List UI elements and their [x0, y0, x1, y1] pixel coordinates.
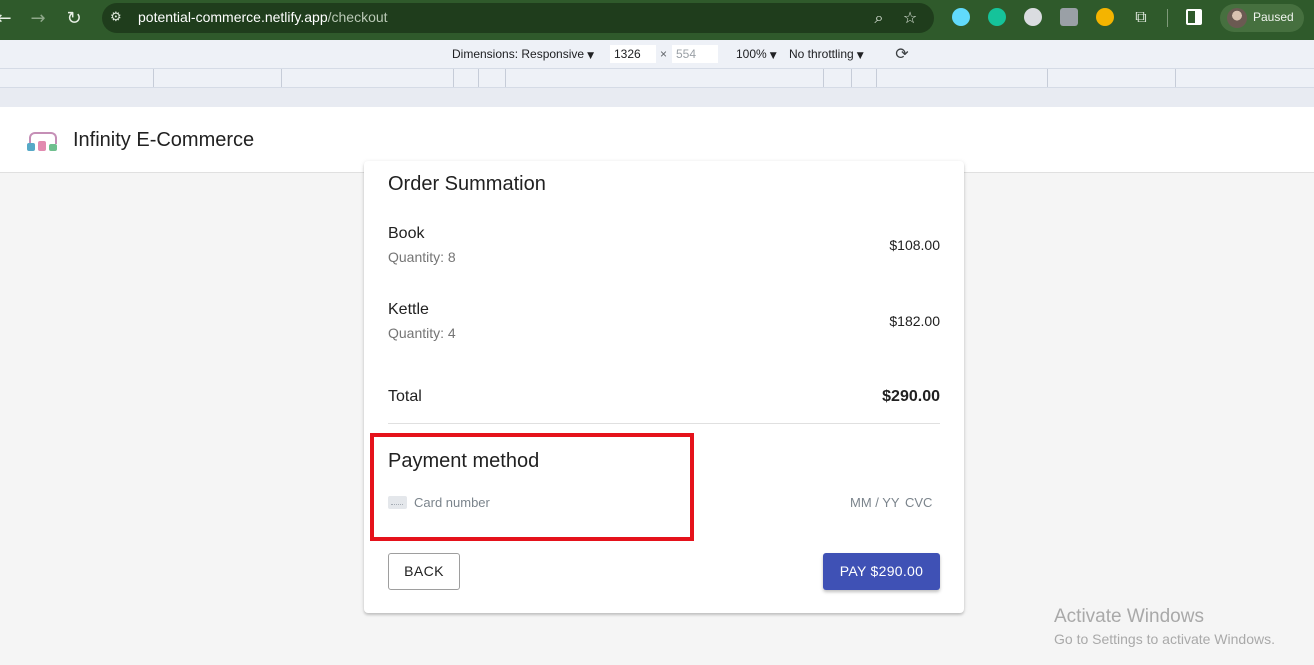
arrow-right-icon[interactable]: →: [26, 7, 50, 31]
dimensions-dropdown[interactable]: Dimensions: Responsive ▼: [452, 47, 594, 61]
arrow-left-icon[interactable]: ←: [0, 7, 16, 31]
profile-status: Paused: [1253, 10, 1294, 24]
globe-icon[interactable]: [1024, 8, 1042, 26]
chevron-down-icon: ▼: [856, 51, 864, 61]
grammarly-icon[interactable]: [988, 8, 1006, 26]
chevron-down-icon: ▼: [769, 51, 777, 61]
order-item-price: $108.00: [889, 237, 940, 253]
divider: [388, 423, 940, 424]
media-query-bar[interactable]: [0, 68, 1314, 88]
order-item-name: Book: [388, 225, 425, 242]
media-query-tick: [453, 69, 454, 87]
media-query-tick: [851, 69, 852, 87]
browser-toolbar: ← → ↻ ⚙ potential-commerce.netlify.app/c…: [0, 0, 1314, 40]
puzzle-icon[interactable]: ⧉: [1130, 6, 1152, 28]
media-query-tick: [876, 69, 877, 87]
total-label: Total: [388, 388, 422, 405]
address-bar[interactable]: ⚙ potential-commerce.netlify.app/checkou…: [102, 3, 934, 33]
avatar: [1227, 8, 1247, 28]
react-devtools-icon[interactable]: [952, 8, 970, 26]
device-toolbar: Dimensions: Responsive ▼ 1326 × 554 100% ▼…: [0, 40, 1314, 68]
windows-activation-title: Activate Windows: [1054, 606, 1204, 627]
profile-button[interactable]: Paused: [1220, 4, 1304, 32]
extension-badge-icon[interactable]: [1096, 8, 1114, 26]
pay-button[interactable]: PAY $290.00: [823, 553, 940, 590]
order-item-quantity: Quantity: 8: [388, 249, 456, 265]
media-query-tick: [478, 69, 479, 87]
reload-icon[interactable]: ↻: [62, 7, 86, 31]
windows-activation-subtitle: Go to Settings to activate Windows.: [1054, 631, 1275, 647]
annotation-highlight-box: [370, 433, 694, 541]
app-viewport: Infinity E-Commerce Order Summation Book…: [0, 107, 1314, 665]
side-panel-icon[interactable]: [1186, 9, 1202, 25]
screen-capture-icon[interactable]: [1060, 8, 1078, 26]
media-query-tick: [505, 69, 506, 87]
media-query-tick: [281, 69, 282, 87]
url-text[interactable]: potential-commerce.netlify.app/checkout: [138, 9, 388, 25]
media-query-tick: [1047, 69, 1048, 87]
rotate-icon[interactable]: ⟳: [892, 44, 912, 64]
width-input[interactable]: 1326: [610, 45, 656, 63]
store-logo-icon: [25, 128, 63, 154]
checkout-card: Order Summation Book Quantity: 8 $108.00…: [364, 161, 964, 613]
order-item-quantity: Quantity: 4: [388, 325, 456, 341]
zoom-icon[interactable]: ⌕: [868, 7, 890, 29]
media-query-tick: [153, 69, 154, 87]
height-input[interactable]: 554: [672, 45, 718, 63]
chevron-down-icon: ▼: [587, 51, 594, 61]
card-cvc-input[interactable]: CVC: [905, 495, 932, 510]
total-value: $290.00: [882, 388, 940, 405]
media-query-tick: [823, 69, 824, 87]
brand-title: Infinity E-Commerce: [73, 129, 255, 151]
tune-icon[interactable]: ⚙: [110, 7, 128, 29]
order-item-name: Kettle: [388, 301, 429, 318]
zoom-dropdown[interactable]: 100% ▼: [736, 47, 777, 61]
back-button[interactable]: BACK: [388, 553, 460, 590]
throttling-dropdown[interactable]: No throttling ▼: [789, 47, 864, 61]
card-expiry-input[interactable]: MM / YY: [850, 495, 900, 510]
order-item-price: $182.00: [889, 313, 940, 329]
media-query-tick: [1175, 69, 1176, 87]
order-summary-title: Order Summation: [388, 173, 546, 195]
viewport-gap: [0, 88, 1314, 108]
star-icon[interactable]: ☆: [899, 7, 921, 29]
dimension-separator: ×: [660, 47, 668, 61]
toolbar-divider: [1167, 9, 1168, 27]
